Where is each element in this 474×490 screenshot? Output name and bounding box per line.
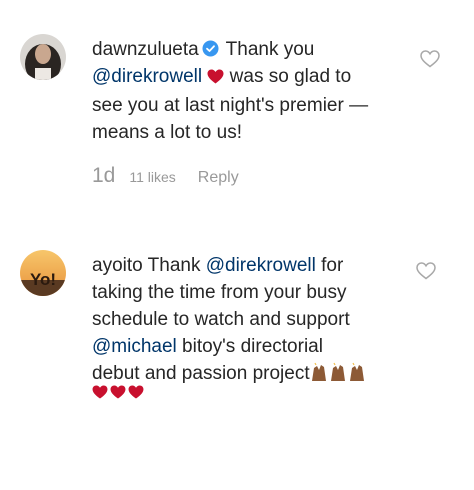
comment-text-line: for [321, 255, 344, 276]
comment-text-line: taking the time from your busy [92, 282, 347, 303]
comment-body: ayoito Thank @direkrowell for taking the… [92, 252, 412, 390]
red-heart-emoji [110, 385, 126, 399]
comment-text-line: debut and passion project [92, 363, 310, 384]
comment-text-line: see you at last night's premier — [92, 95, 369, 116]
red-heart-emoji [128, 385, 144, 399]
username-link[interactable]: dawnzulueta [92, 39, 199, 60]
likes-count[interactable]: 11 likes [129, 169, 175, 185]
comment-text-line: was so glad to [229, 66, 352, 87]
heart-outline-icon[interactable] [416, 262, 436, 280]
comment-body: dawnzulueta Thank you @direkrowell was s… [92, 36, 412, 146]
mention-link[interactable]: @direkrowell [92, 66, 202, 87]
verified-badge-icon [202, 38, 219, 57]
avatar[interactable] [20, 34, 66, 80]
clapping-hands-emoji [310, 362, 370, 390]
heart-outline-icon[interactable] [420, 50, 440, 68]
comment-text-line: schedule to watch and support [92, 309, 350, 330]
red-hearts-row [92, 385, 146, 404]
reply-button[interactable]: Reply [198, 169, 239, 186]
mention-link[interactable]: @direkrowell [206, 255, 316, 276]
mention-link[interactable]: @michael [92, 336, 177, 357]
comment-text-line: means a lot to us! [92, 122, 242, 143]
red-heart-emoji [207, 65, 224, 92]
avatar[interactable]: Yo! [20, 250, 66, 296]
username-link[interactable]: ayoito [92, 255, 143, 276]
comment-text-line: Thank [147, 255, 201, 276]
comment-meta: 1d 11 likes Reply [92, 164, 239, 188]
timestamp[interactable]: 1d [92, 164, 115, 187]
comment-text-line: bitoy's directorial [182, 336, 323, 357]
avatar-logo-text: Yo! [30, 270, 56, 289]
comment-text-line: Thank you [225, 39, 315, 60]
red-heart-emoji [92, 385, 108, 399]
